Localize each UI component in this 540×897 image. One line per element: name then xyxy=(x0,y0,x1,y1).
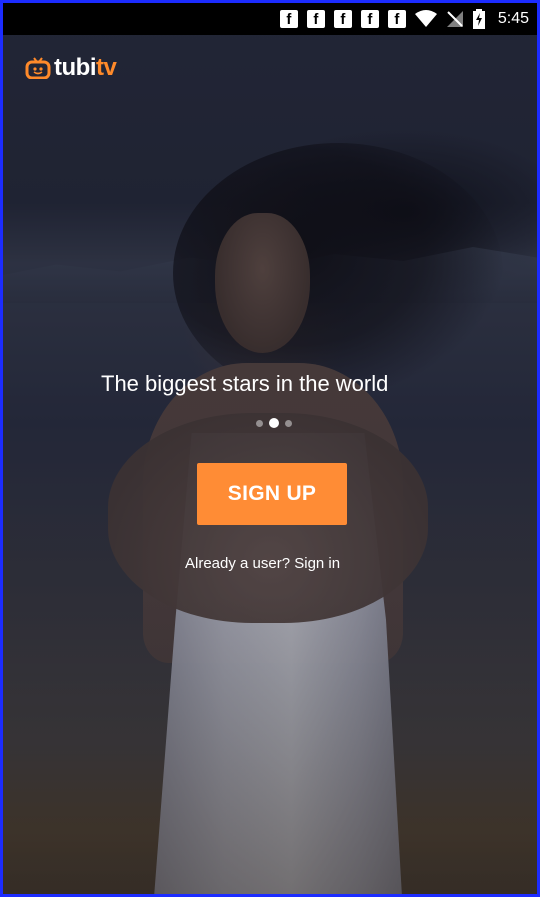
background-image xyxy=(3,3,537,894)
tubitv-logo: tubitv xyxy=(25,51,117,85)
clock: 5:45 xyxy=(497,10,529,27)
logo-text-main: tubi xyxy=(54,54,96,81)
notification-icon: f xyxy=(387,10,406,28)
page-dot[interactable] xyxy=(256,419,263,427)
page-indicator[interactable] xyxy=(251,417,297,429)
no-signal-icon xyxy=(446,11,463,27)
screen: f f f f f 5:45 tubitv The biggest stars … xyxy=(0,0,540,897)
sign-in-link[interactable]: Already a user? Sign in xyxy=(185,555,340,572)
page-dot-active[interactable] xyxy=(269,418,279,428)
notification-icon: f xyxy=(306,10,325,28)
notification-icon: f xyxy=(360,10,379,28)
status-bar: f f f f f 5:45 xyxy=(3,3,537,35)
onboarding-headline: The biggest stars in the world xyxy=(101,371,389,396)
logo-text-accent: tv xyxy=(95,54,117,81)
wifi-icon xyxy=(414,10,437,27)
background-dim-overlay xyxy=(3,3,537,894)
notification-icon: f xyxy=(279,10,298,28)
battery-charging-icon xyxy=(472,9,485,29)
page-dot[interactable] xyxy=(285,419,292,427)
logo-wordmark: tubitv xyxy=(54,54,117,82)
tv-icon xyxy=(25,57,51,79)
sign-up-button[interactable]: SIGN UP xyxy=(197,463,347,525)
status-icons: f f f f f 5:45 xyxy=(279,7,529,31)
notification-icon: f xyxy=(333,10,352,28)
